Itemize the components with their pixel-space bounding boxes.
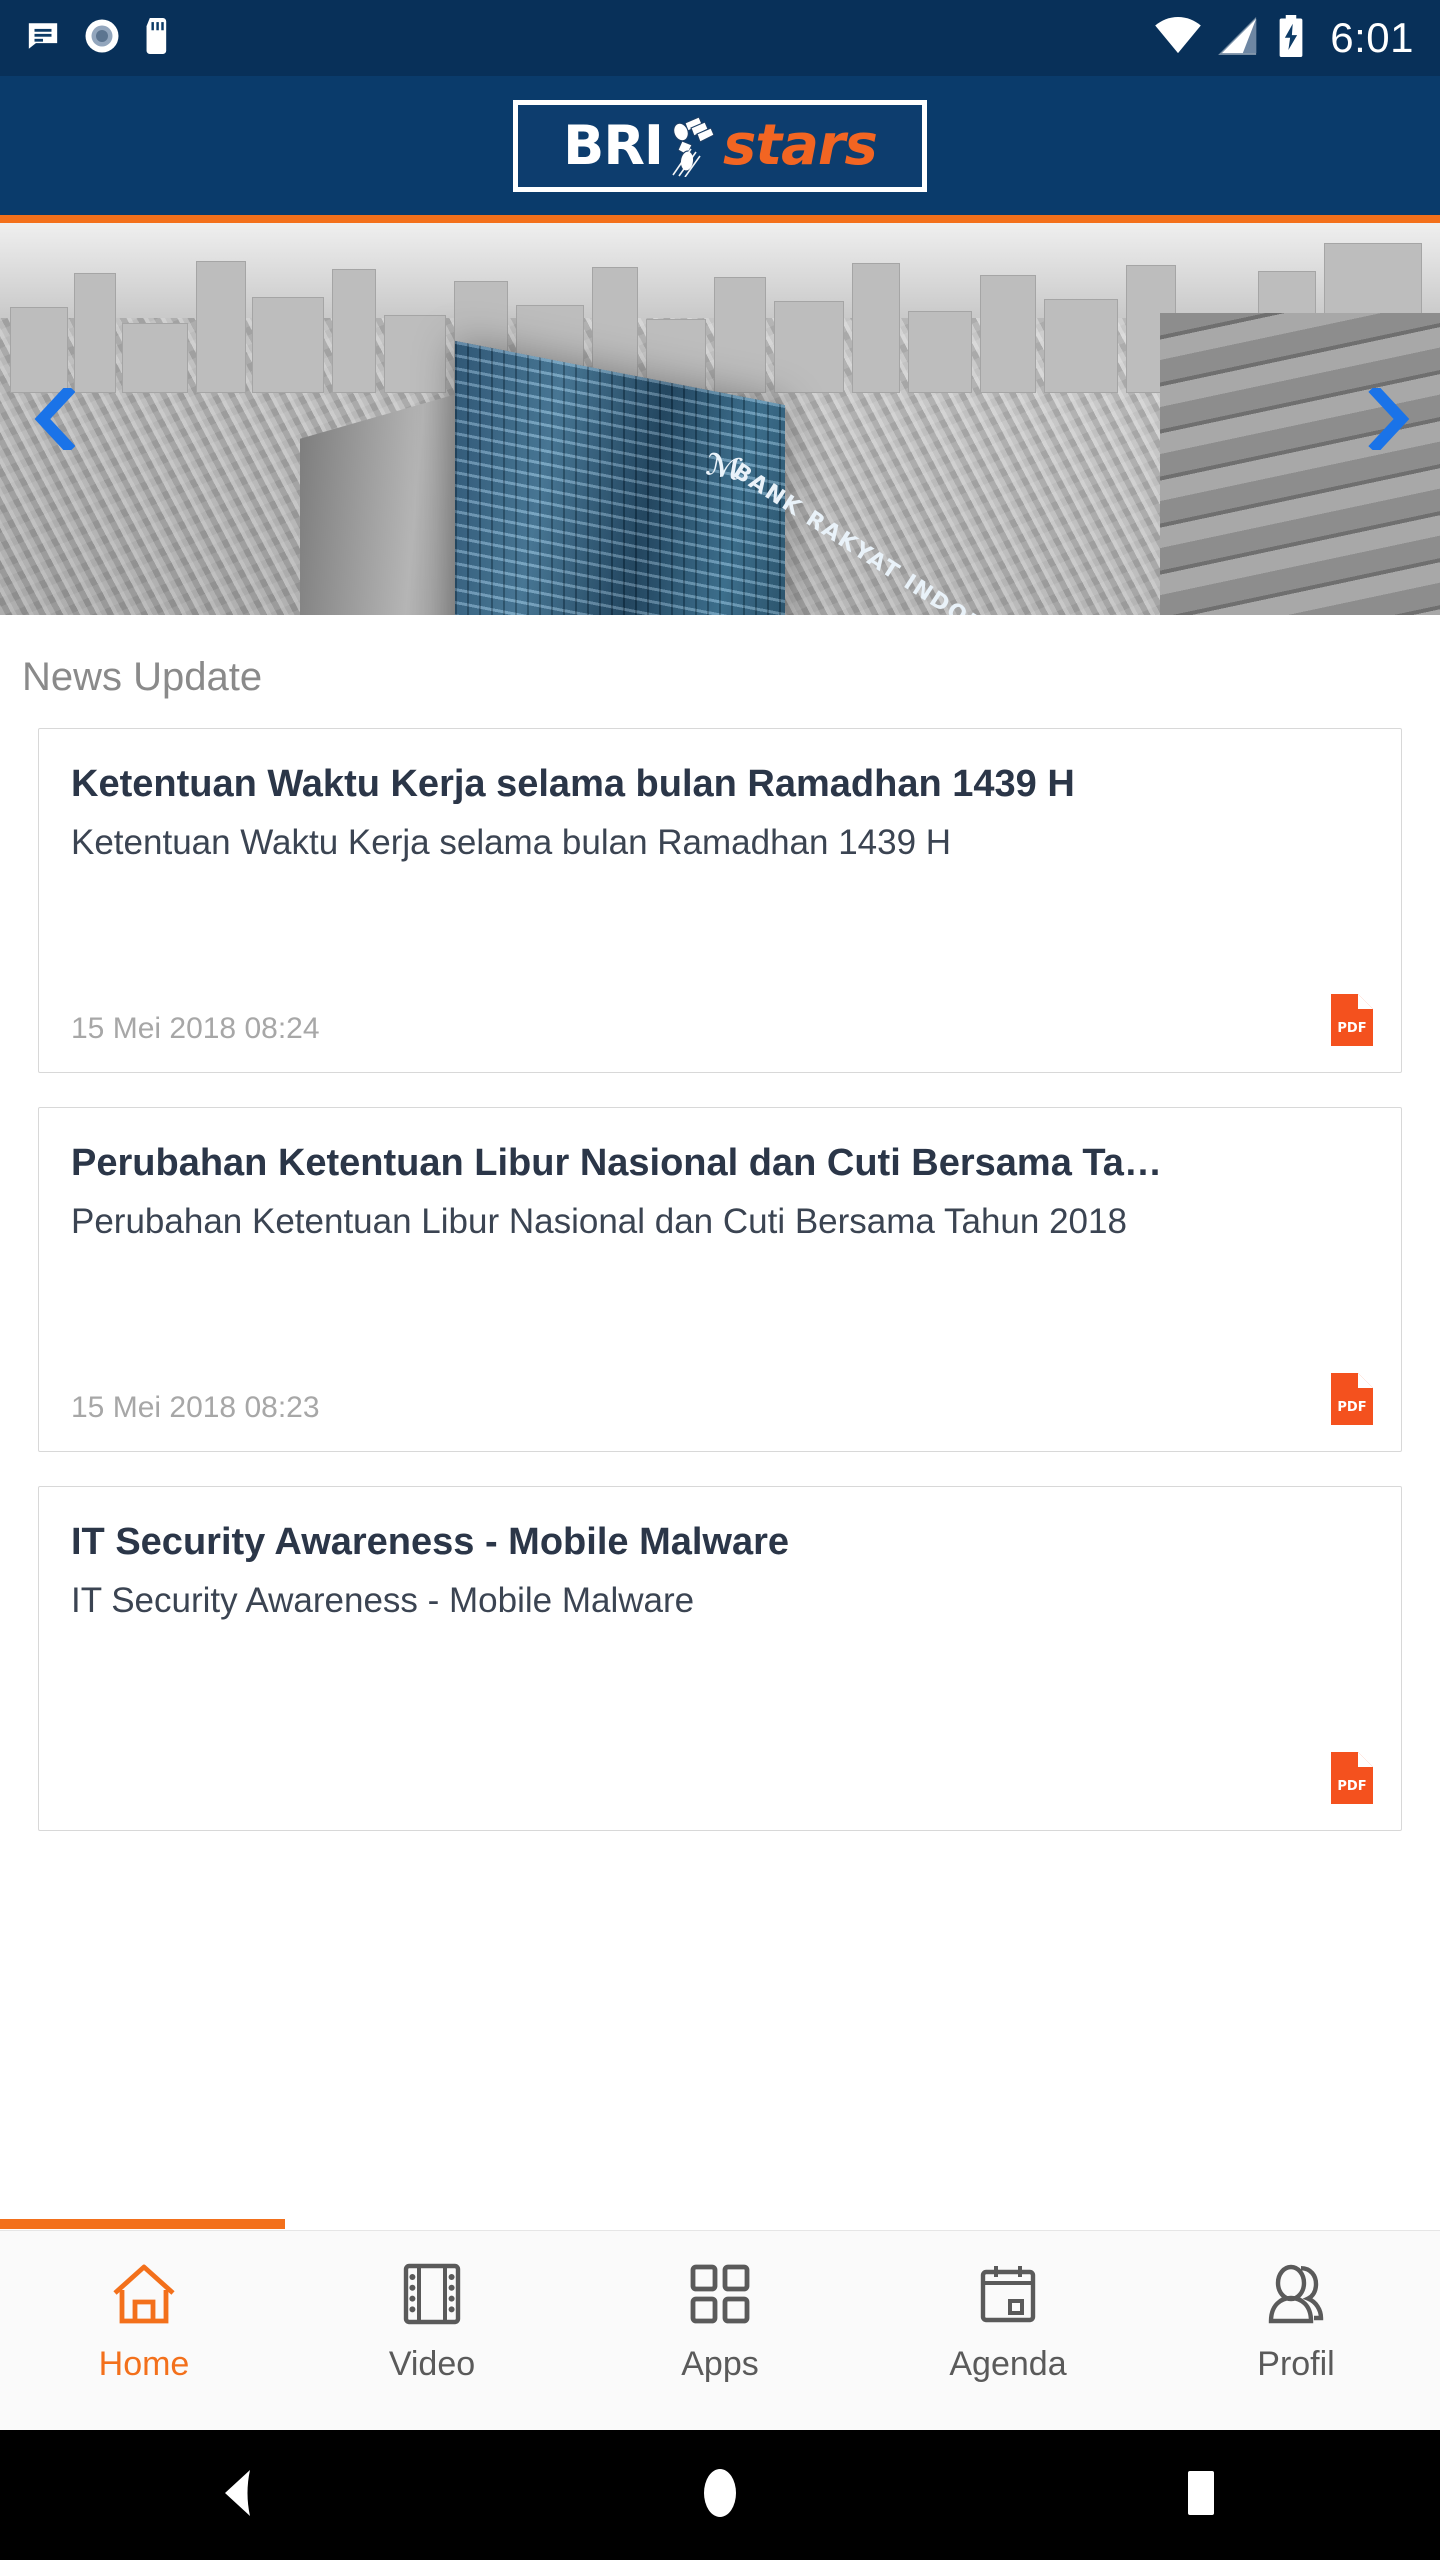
foreground-rooftop xyxy=(300,387,480,615)
bri-stars-logo: BRI stars xyxy=(513,99,927,192)
news-card-date: 15 Mei 2018 08:23 xyxy=(71,1391,320,1424)
calendar-icon xyxy=(978,2257,1038,2331)
nav-label-profil: Profil xyxy=(1257,2345,1335,2383)
news-card-title: Perubahan Ketentuan Libur Nasional dan C… xyxy=(71,1142,1162,1184)
android-system-nav-bar xyxy=(0,2430,1440,2560)
carousel-next-button[interactable] xyxy=(1356,384,1420,454)
nav-label-apps: Apps xyxy=(681,2345,759,2383)
news-card[interactable]: Perubahan Ketentuan Libur Nasional dan C… xyxy=(38,1107,1402,1452)
phone-screen: 6:01 BRI stars ℳ BANK RAKYAT INDONESIA N… xyxy=(0,0,1440,2560)
person-icon xyxy=(1265,2257,1327,2331)
news-card[interactable]: IT Security Awareness - Mobile Malware I… xyxy=(38,1486,1402,1831)
pdf-attachment-icon[interactable]: PDF xyxy=(1331,1373,1373,1425)
message-icon xyxy=(26,19,60,58)
logo-bri-text: BRI xyxy=(563,114,664,177)
news-card-footer: 15 Mei 2018 08:23 PDF xyxy=(71,1373,1373,1425)
nav-label-agenda: Agenda xyxy=(949,2345,1067,2383)
svg-text:PDF: PDF xyxy=(1337,1400,1366,1415)
image-carousel[interactable]: ℳ BANK RAKYAT INDONESIA xyxy=(0,223,1440,615)
nav-item-agenda[interactable]: Agenda xyxy=(864,2257,1152,2384)
svg-text:PDF: PDF xyxy=(1337,1779,1366,1794)
bottom-navigation-bar: Home Video Apps Agenda Profil xyxy=(0,2230,1440,2430)
nav-label-video: Video xyxy=(388,2345,476,2383)
svg-text:PDF: PDF xyxy=(1337,1021,1366,1036)
header-accent-divider xyxy=(0,215,1440,223)
carousel-prev-button[interactable] xyxy=(20,384,84,454)
sd-card-icon xyxy=(144,17,172,59)
status-bar-right-icons: 6:01 xyxy=(1154,14,1414,62)
news-card-date: 15 Mei 2018 08:24 xyxy=(71,1012,320,1045)
news-card-title: Ketentuan Waktu Kerja selama bulan Ramad… xyxy=(71,763,1075,805)
news-card-subtitle: Ketentuan Waktu Kerja selama bulan Ramad… xyxy=(71,822,952,862)
satellite-star-icon xyxy=(665,115,721,177)
recents-square-icon[interactable] xyxy=(1178,2467,1224,2524)
pdf-attachment-icon[interactable]: PDF xyxy=(1331,994,1373,1046)
nav-item-apps[interactable]: Apps xyxy=(576,2257,864,2384)
news-update-section: News Update Ketentuan Waktu Kerja selama… xyxy=(0,615,1440,2230)
record-circle-icon xyxy=(84,18,120,59)
scroll-progress-indicator xyxy=(0,2219,285,2229)
app-header: BRI stars xyxy=(0,76,1440,215)
android-status-bar: 6:01 xyxy=(0,0,1440,76)
pdf-attachment-icon[interactable]: PDF xyxy=(1331,1752,1373,1804)
news-card-subtitle: IT Security Awareness - Mobile Malware xyxy=(71,1580,695,1620)
news-card-footer: 15 Mei 2018 08:24 PDF xyxy=(71,994,1373,1046)
film-strip-icon xyxy=(403,2257,461,2331)
home-icon xyxy=(111,2257,177,2331)
home-circle-icon[interactable] xyxy=(695,2465,745,2526)
nav-item-video[interactable]: Video xyxy=(288,2257,576,2384)
news-card-title: IT Security Awareness - Mobile Malware xyxy=(71,1521,790,1563)
news-card-footer: PDF xyxy=(71,1752,1373,1804)
logo-stars-text: stars xyxy=(723,113,878,178)
city-road xyxy=(1160,313,1440,615)
back-triangle-icon[interactable] xyxy=(216,2468,262,2523)
carousel-slide-image: ℳ BANK RAKYAT INDONESIA xyxy=(0,223,1440,615)
nav-item-profil[interactable]: Profil xyxy=(1152,2257,1440,2384)
grid-icon xyxy=(689,2257,751,2331)
cellular-signal-icon xyxy=(1218,16,1260,60)
nav-label-home: Home xyxy=(98,2345,190,2383)
status-bar-clock: 6:01 xyxy=(1330,14,1414,61)
nav-item-home[interactable]: Home xyxy=(0,2257,288,2384)
battery-charging-icon xyxy=(1276,14,1306,62)
news-card-list: Ketentuan Waktu Kerja selama bulan Ramad… xyxy=(0,700,1440,1831)
news-card-subtitle: Perubahan Ketentuan Libur Nasional dan C… xyxy=(71,1201,1127,1241)
news-card[interactable]: Ketentuan Waktu Kerja selama bulan Ramad… xyxy=(38,728,1402,1073)
wifi-icon xyxy=(1154,16,1202,60)
status-bar-left-icons xyxy=(26,17,172,59)
news-section-title: News Update xyxy=(22,655,263,699)
